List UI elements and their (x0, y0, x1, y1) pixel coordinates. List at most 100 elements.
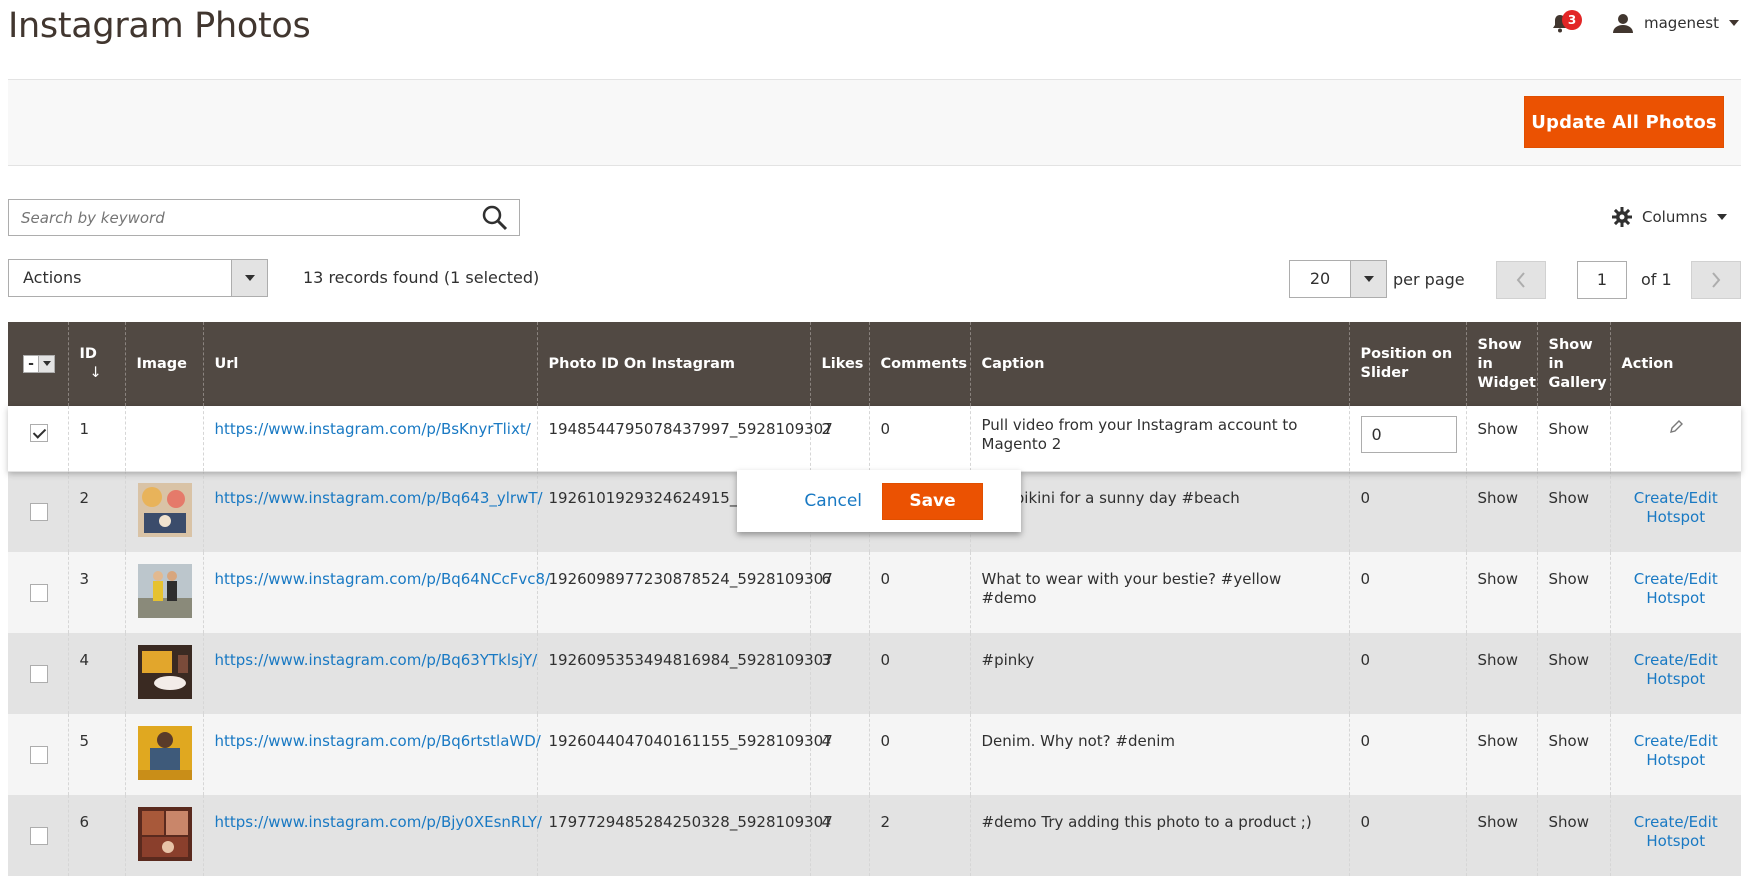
cell-show-in-widget: Show (1465, 714, 1537, 795)
cell-id: 6 (67, 795, 125, 876)
chevron-down-icon (1729, 20, 1739, 26)
cell-caption: #pinky (969, 633, 1349, 714)
inline-edit-save-button[interactable]: Save (882, 482, 983, 520)
column-likes[interactable]: Likes (809, 322, 869, 406)
photo-thumbnail (137, 726, 192, 780)
user-account-menu[interactable]: magenest (1612, 12, 1739, 34)
cell-show-in-gallery: Show (1536, 795, 1610, 876)
photo-thumbnail (137, 564, 192, 618)
chevron-down-icon (1717, 214, 1728, 220)
table-row[interactable]: 5 https://www.instagram.com/p/Bq6rtstlaW… (8, 714, 1741, 795)
page-title: Instagram Photos (8, 6, 311, 46)
cell-id: 2 (67, 471, 125, 552)
column-caption[interactable]: Caption (969, 322, 1349, 406)
cell-show-in-gallery: Show (1536, 714, 1610, 795)
cell-photo-id: 1797729485284250328_5928109307 (536, 795, 833, 876)
cell-position: 0 (1348, 795, 1466, 876)
mass-actions-dropdown[interactable]: Actions (8, 259, 268, 297)
table-row[interactable]: 1 https://www.instagram.com/p/BsKnyrTlix… (8, 406, 1741, 471)
chevron-down-icon (231, 260, 267, 296)
cell-comments: 2 (868, 795, 970, 876)
cell-photo-id: 1926044047040161155_5928109307 (536, 714, 833, 795)
photo-url-link[interactable]: https://www.instagram.com/p/Bq6rtstlaWD/ (215, 732, 541, 750)
column-url[interactable]: Url (202, 322, 537, 406)
total-pages-label: of 1 (1641, 270, 1672, 289)
create-edit-hotspot-link[interactable]: Create/Edit Hotspot (1634, 489, 1718, 526)
cell-comments: 0 (868, 406, 970, 471)
cell-show-in-gallery: Show (1536, 471, 1610, 552)
cell-show-in-widget: Show (1465, 633, 1537, 714)
next-page-button[interactable] (1691, 261, 1741, 299)
cell-likes: 6 (809, 552, 869, 633)
column-show-in-gallery[interactable]: Show in Gallery (1536, 322, 1610, 406)
cell-image (124, 406, 203, 471)
row-checkbox[interactable] (30, 746, 48, 764)
cell-id: 3 (67, 552, 125, 633)
mass-actions-label: Actions (23, 268, 82, 287)
search-input[interactable] (9, 200, 469, 235)
create-edit-hotspot-link[interactable]: Create/Edit Hotspot (1634, 651, 1718, 688)
photo-url-link[interactable]: https://www.instagram.com/p/Bq643_ylrwT/ (215, 489, 543, 507)
cell-photo-id: 1926098977230878524_5928109307 (536, 552, 833, 633)
previous-page-button[interactable] (1496, 261, 1546, 299)
mass-select-control[interactable]: - (23, 354, 55, 373)
records-count: 13 records found (1 selected) (303, 268, 540, 287)
keyword-search (8, 199, 520, 236)
columns-control[interactable]: Columns (1612, 207, 1728, 227)
per-page-select[interactable]: 20 (1289, 260, 1387, 298)
cell-comments: 0 (868, 633, 970, 714)
row-checkbox[interactable] (30, 827, 48, 845)
cell-show-in-widget: Show (1465, 471, 1537, 552)
photo-url-link[interactable]: https://www.instagram.com/p/Bjy0XEsnRLY/ (215, 813, 542, 831)
cell-photo-id: 1948544795078437997_5928109307 (536, 406, 833, 471)
cell-id: 5 (67, 714, 125, 795)
cell-comments: 0 (868, 552, 970, 633)
create-edit-hotspot-link[interactable]: Create/Edit Hotspot (1634, 570, 1718, 607)
row-checkbox[interactable] (30, 584, 48, 602)
row-checkbox[interactable] (30, 665, 48, 683)
chevron-left-icon (1516, 272, 1525, 288)
select-all-header[interactable]: - (8, 322, 68, 406)
photo-url-link[interactable]: https://www.instagram.com/p/Bq64NCcFvc8/ (215, 570, 551, 588)
photo-thumbnail (137, 645, 192, 699)
cell-likes: 4 (809, 795, 869, 876)
photo-url-link[interactable]: https://www.instagram.com/p/Bq63YTklsjY/ (215, 651, 538, 669)
row-checkbox[interactable] (30, 424, 48, 442)
row-checkbox[interactable] (30, 503, 48, 521)
update-all-photos-button[interactable]: Update All Photos (1524, 96, 1724, 148)
photos-grid: - ID↓ Image Url Photo ID On Instagram Li… (8, 322, 1741, 876)
cell-photo-id: 1926095353494816984_5928109307 (536, 633, 833, 714)
column-show-in-widget[interactable]: Show in Widget (1465, 322, 1537, 406)
photo-thumbnail (137, 483, 192, 537)
create-edit-hotspot-link[interactable]: Create/Edit Hotspot (1634, 813, 1718, 850)
cell-caption: What to wear with your bestie? #yellow #… (969, 552, 1349, 633)
cell-comments: 0 (868, 714, 970, 795)
column-comments[interactable]: Comments (868, 322, 970, 406)
search-icon[interactable] (481, 204, 509, 232)
cell-caption: Denim. Why not? #denim (969, 714, 1349, 795)
table-row[interactable]: 4 https://www.instagram.com/p/Bq63YTklsj… (8, 633, 1741, 714)
cell-show-in-widget: Show (1465, 795, 1537, 876)
sort-descending-icon: ↓ (89, 365, 102, 381)
column-position-on-slider[interactable]: Position on Slider (1348, 322, 1466, 406)
column-photo-id[interactable]: Photo ID On Instagram (536, 322, 810, 406)
pencil-icon[interactable] (1669, 420, 1683, 434)
table-row[interactable]: 6 https://www.instagram.com/p/Bjy0XEsnRL… (8, 795, 1741, 876)
cell-caption: Red bikini for a sunny day #beach (969, 471, 1349, 552)
cell-likes: 3 (809, 633, 869, 714)
column-image[interactable]: Image (124, 322, 203, 406)
per-page-label: per page (1393, 270, 1465, 289)
column-id[interactable]: ID↓ (67, 322, 125, 406)
table-row[interactable]: 3 https://www.instagram.com/p/Bq64NCcFvc… (8, 552, 1741, 633)
inline-edit-cancel-button[interactable]: Cancel (804, 491, 862, 511)
current-page-input[interactable]: 1 (1577, 261, 1627, 299)
position-on-slider-input[interactable]: 0 (1360, 416, 1457, 453)
columns-label: Columns (1642, 208, 1708, 226)
create-edit-hotspot-link[interactable]: Create/Edit Hotspot (1634, 732, 1718, 769)
user-icon (1613, 14, 1633, 33)
photo-thumbnail (137, 807, 192, 861)
photo-url-link[interactable]: https://www.instagram.com/p/BsKnyrTlixt/ (215, 420, 531, 438)
page-actions-bar: Update All Photos (8, 80, 1741, 166)
username-label: magenest (1644, 14, 1719, 32)
cell-id: 1 (67, 406, 125, 471)
